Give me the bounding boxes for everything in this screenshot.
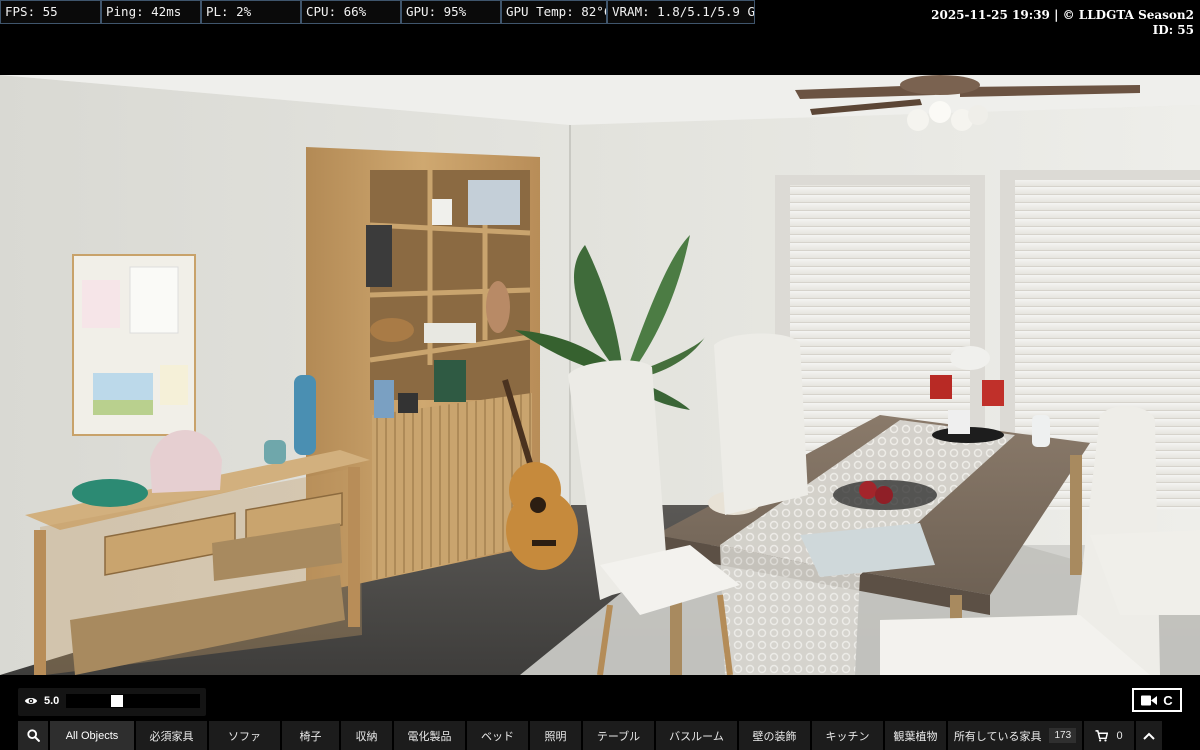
- furniture-category-tabs: All Objects 必須家具 ソファ 椅子 収納 電化製品 ベッド 照明 テ…: [18, 721, 1162, 750]
- furniture-hud: 5.0 C All Objects 必須家具 ソファ 椅子 収納 電化製品 ベッ…: [0, 675, 1200, 750]
- packet-loss-stat: PL: 2%: [201, 0, 301, 24]
- chevron-up-icon: [1143, 732, 1155, 740]
- gpu-stat: GPU: 95%: [401, 0, 501, 24]
- eye-icon: [24, 698, 38, 704]
- owned-furniture-label: 所有している家具: [953, 730, 1042, 743]
- owned-furniture-tab[interactable]: 所有している家具 173: [948, 721, 1082, 750]
- server-info: 2025-11-25 19:39 | © LLDGTA Season2 ID: …: [931, 8, 1194, 38]
- game-viewport[interactable]: [0, 75, 1200, 675]
- tab-lighting[interactable]: 照明: [530, 721, 581, 750]
- zoom-value: 5.0: [44, 695, 60, 707]
- vram-stat: VRAM: 1.8/5.1/5.9 GB: [607, 0, 755, 24]
- video-camera-icon: [1141, 695, 1158, 705]
- search-icon: [26, 729, 40, 742]
- tab-kitchen[interactable]: キッチン: [812, 721, 883, 750]
- tab-appliances[interactable]: 電化製品: [394, 721, 465, 750]
- datetime-server-label: 2025-11-25 19:39 | © LLDGTA Season2: [931, 8, 1194, 22]
- player-id-label: ID: 55: [1152, 23, 1194, 37]
- zoom-slider[interactable]: [66, 694, 200, 708]
- tab-essential-furniture[interactable]: 必須家具: [136, 721, 207, 750]
- zoom-slider-handle[interactable]: [111, 695, 123, 707]
- wall-memo-board: [72, 254, 196, 436]
- gpu-temp-stat: GPU Temp: 82°C: [501, 0, 607, 24]
- tab-houseplants[interactable]: 観葉植物: [885, 721, 946, 750]
- expand-panel-button[interactable]: [1136, 721, 1162, 750]
- cart-count: 0: [1116, 729, 1123, 742]
- camera-toggle-button[interactable]: C: [1132, 688, 1182, 712]
- tab-sofa[interactable]: ソファ: [209, 721, 280, 750]
- owned-furniture-count: 173: [1049, 728, 1077, 743]
- fps-stat: FPS: 55: [0, 0, 101, 24]
- tab-wall-decor[interactable]: 壁の装飾: [739, 721, 810, 750]
- zoom-control: 5.0: [18, 688, 206, 716]
- tab-tables[interactable]: テーブル: [583, 721, 654, 750]
- camera-key-label: C: [1163, 692, 1173, 708]
- cart-icon: [1095, 729, 1109, 742]
- tab-chairs[interactable]: 椅子: [282, 721, 339, 750]
- tab-all-objects[interactable]: All Objects: [50, 721, 134, 750]
- tab-beds[interactable]: ベッド: [467, 721, 528, 750]
- tab-bathroom[interactable]: バスルーム: [656, 721, 737, 750]
- performance-stats-bar: FPS: 55 Ping: 42ms PL: 2% CPU: 66% GPU: …: [0, 0, 755, 24]
- room-scene: [0, 75, 1200, 675]
- cart-button[interactable]: 0: [1084, 721, 1134, 750]
- ping-stat: Ping: 42ms: [101, 0, 201, 24]
- tab-storage[interactable]: 収納: [341, 721, 392, 750]
- search-button[interactable]: [18, 721, 48, 750]
- cpu-stat: CPU: 66%: [301, 0, 401, 24]
